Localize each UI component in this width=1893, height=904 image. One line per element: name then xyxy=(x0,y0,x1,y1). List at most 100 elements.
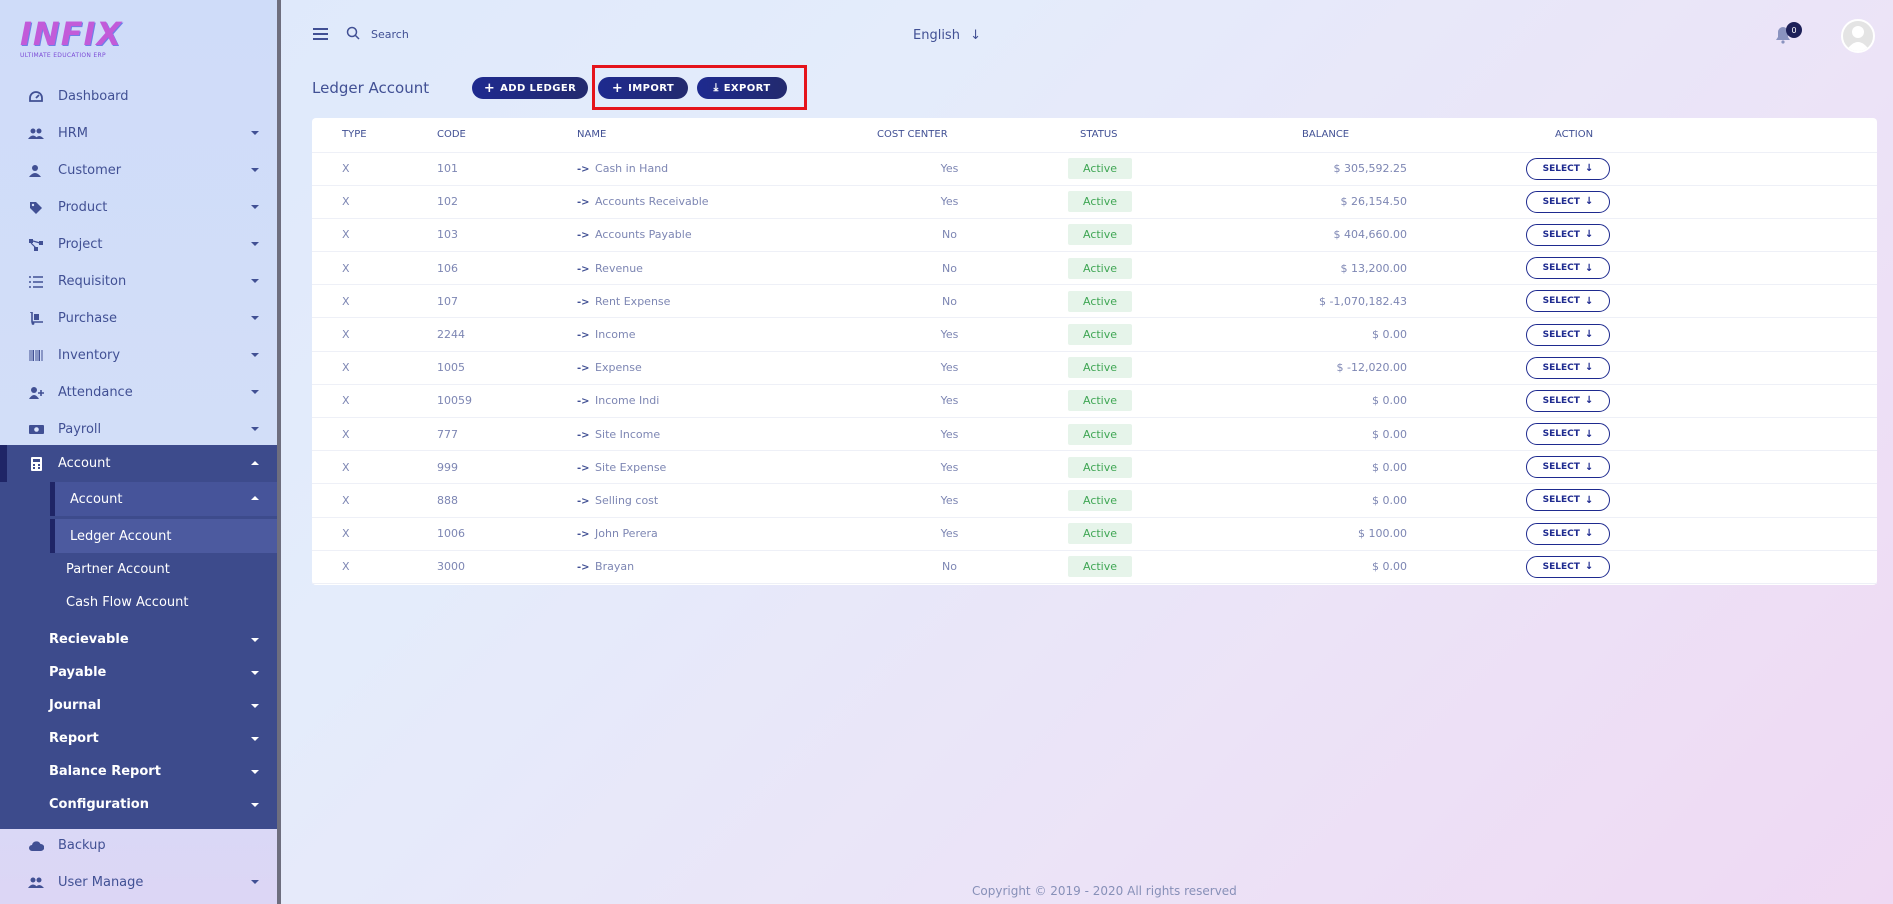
cell-name: -> Selling cost xyxy=(577,483,877,518)
sidebar-item-hrm[interactable]: HRM xyxy=(0,115,277,152)
ledger-name: Accounts Receivable xyxy=(595,195,709,209)
select-button[interactable]: SELECT ↓ xyxy=(1526,489,1610,512)
sidebar-group-recievable[interactable]: Recievable xyxy=(0,623,277,656)
sidebar-subitem-ledger-account[interactable]: Ledger Account xyxy=(50,519,277,553)
column-header-status[interactable]: STATUS xyxy=(1042,118,1242,153)
ledger-name: Revenue xyxy=(595,261,643,275)
language-select[interactable]: English ↓ xyxy=(913,28,981,43)
cell-code: 103 xyxy=(437,218,577,253)
menu-toggle-icon[interactable] xyxy=(313,28,328,40)
arrow-right-icon: -> xyxy=(577,230,590,242)
users-icon xyxy=(28,126,44,142)
sidebar-item-backup[interactable]: Backup xyxy=(0,827,277,864)
select-button[interactable]: SELECT ↓ xyxy=(1526,190,1610,213)
status-badge: Active xyxy=(1068,390,1132,412)
select-button[interactable]: SELECT ↓ xyxy=(1526,522,1610,545)
sidebar-item-purchase[interactable]: Purchase xyxy=(0,300,277,337)
cell-name: -> Rent Expense xyxy=(577,284,877,319)
cell-name: -> Site Income xyxy=(577,417,877,452)
select-button[interactable]: SELECT ↓ xyxy=(1526,456,1610,479)
select-button[interactable]: SELECT ↓ xyxy=(1526,290,1610,313)
chevron-down-icon xyxy=(251,704,259,708)
cell-action: SELECT ↓ xyxy=(1442,483,1877,518)
cell-balance: $ 0.00 xyxy=(1242,550,1442,584)
avatar[interactable] xyxy=(1841,19,1875,53)
sidebar-item-dashboard[interactable]: Dashboard xyxy=(0,78,277,115)
status-badge: Active xyxy=(1068,224,1132,246)
cell-cost-center: No xyxy=(877,218,1042,253)
cell-type: X xyxy=(312,450,437,485)
cell-action: SELECT ↓ xyxy=(1442,450,1877,485)
select-button[interactable]: SELECT ↓ xyxy=(1526,223,1610,246)
money-icon xyxy=(28,422,44,438)
sidebar-item-attendance[interactable]: Attendance xyxy=(0,374,277,411)
sidebar-group-payable[interactable]: Payable xyxy=(0,656,277,689)
column-header-action[interactable]: ACTION xyxy=(1442,118,1877,153)
sidebar-item-requisiton[interactable]: Requisiton xyxy=(0,263,277,300)
logo[interactable]: INFIX ULTIMATE EDUCATION ERP xyxy=(20,16,140,62)
select-button[interactable]: SELECT ↓ xyxy=(1526,389,1610,412)
cell-code: 10059 xyxy=(437,384,577,419)
select-button[interactable]: SELECT ↓ xyxy=(1526,423,1610,446)
cell-code: 102 xyxy=(437,185,577,219)
sidebar-group-configuration[interactable]: Configuration xyxy=(0,788,277,821)
plus-icon: + xyxy=(611,80,624,96)
column-header-code[interactable]: CODE xyxy=(437,118,577,153)
chevron-down-icon xyxy=(251,168,259,172)
cell-cost-center: Yes xyxy=(877,317,1042,352)
sidebar-item-customer[interactable]: Customer xyxy=(0,152,277,189)
sidebar-subitem-partner-account[interactable]: Partner Account xyxy=(0,553,277,586)
select-button[interactable]: SELECT ↓ xyxy=(1526,356,1610,379)
sidebar-item-label: Attendance xyxy=(58,385,133,400)
sidebar-item-label: Account xyxy=(58,456,111,471)
column-header-cost-center[interactable]: COST CENTER xyxy=(877,118,1042,153)
select-label: SELECT xyxy=(1542,263,1580,274)
cell-balance: $ 26,154.50 xyxy=(1242,185,1442,219)
cell-type: X xyxy=(312,550,437,584)
sidebar-subitem-cash-flow-account[interactable]: Cash Flow Account xyxy=(0,586,277,619)
arrow-right-icon: -> xyxy=(577,529,590,541)
sidebar-group-journal[interactable]: Journal xyxy=(0,689,277,722)
sidebar-item-user-manage[interactable]: User Manage xyxy=(0,864,277,901)
import-button[interactable]: + IMPORT xyxy=(598,77,688,99)
search-input[interactable] xyxy=(371,24,571,44)
arrow-down-icon: ↓ xyxy=(1584,528,1594,540)
barcode-icon xyxy=(28,348,44,364)
arrow-right-icon: -> xyxy=(577,330,590,342)
arrow-right-icon: -> xyxy=(577,296,590,308)
select-button[interactable]: SELECT ↓ xyxy=(1526,323,1610,346)
cell-action: SELECT ↓ xyxy=(1442,284,1877,319)
sidebar-group-balance-report[interactable]: Balance Report xyxy=(0,755,277,788)
cell-name: -> Accounts Payable xyxy=(577,218,877,253)
sidebar-group-report[interactable]: Report xyxy=(0,722,277,755)
sidebar-item-project[interactable]: Project xyxy=(0,226,277,263)
select-label: SELECT xyxy=(1542,296,1580,307)
sidebar-item-account[interactable]: Account xyxy=(0,445,277,482)
users-icon xyxy=(28,875,44,891)
sidebar-item-label: Customer xyxy=(58,163,122,178)
column-header-name[interactable]: NAME xyxy=(577,118,877,153)
column-header-type[interactable]: TYPE xyxy=(312,118,437,153)
arrow-down-icon: ↓ xyxy=(1584,461,1594,473)
ledger-name: Selling cost xyxy=(595,493,659,507)
column-header-balance[interactable]: BALANCE xyxy=(1242,118,1442,153)
arrow-down-icon: ↓ xyxy=(1584,395,1594,407)
arrow-down-icon: ↓ xyxy=(1584,329,1594,341)
cell-action: SELECT ↓ xyxy=(1442,185,1877,219)
sidebar-item-inventory[interactable]: Inventory xyxy=(0,337,277,374)
select-button[interactable]: SELECT ↓ xyxy=(1526,157,1610,180)
sidebar-item-payroll[interactable]: Payroll xyxy=(0,411,277,448)
cell-action: SELECT ↓ xyxy=(1442,152,1877,186)
sidebar-item-product[interactable]: Product xyxy=(0,189,277,226)
ledger-name: Brayan xyxy=(595,560,635,574)
sidebar-item-label: Inventory xyxy=(58,348,121,363)
chevron-up-icon xyxy=(251,461,259,465)
add-ledger-button[interactable]: + ADD LEDGER xyxy=(472,77,588,99)
cell-balance: $ 0.00 xyxy=(1242,450,1442,485)
export-button[interactable]: ⤓ EXPORT xyxy=(697,77,787,99)
cell-status: Active xyxy=(1042,284,1242,319)
select-button[interactable]: SELECT ↓ xyxy=(1526,257,1610,280)
sidebar-subitem-account[interactable]: Account xyxy=(50,482,277,516)
select-button[interactable]: SELECT ↓ xyxy=(1526,555,1610,578)
cell-name: -> Income Indi xyxy=(577,384,877,419)
